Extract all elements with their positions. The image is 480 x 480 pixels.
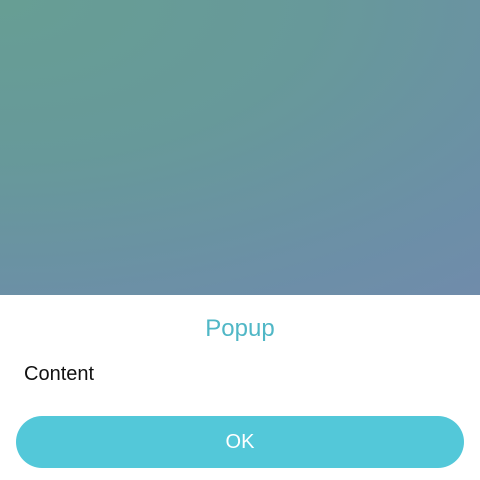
screen: Popup Content OK — [0, 0, 480, 480]
popup-content: Content — [24, 363, 95, 385]
popup-title: Popup — [205, 315, 275, 342]
backdrop-overlay[interactable] — [0, 0, 480, 296]
ok-button[interactable]: OK — [16, 416, 464, 468]
popup-dialog: Popup Content OK — [0, 295, 480, 480]
